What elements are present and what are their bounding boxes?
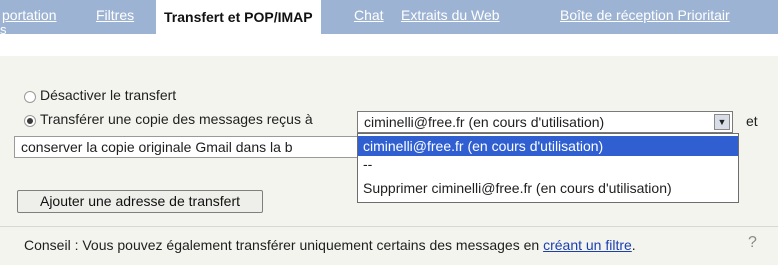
keep-copy-value: conserver la copie originale Gmail dans … bbox=[21, 139, 293, 155]
enable-forwarding-radio[interactable] bbox=[24, 115, 36, 127]
forward-address-select[interactable]: ciminelli@free.fr (en cours d'utilisatio… bbox=[357, 111, 733, 133]
forward-address-dropdown: ciminelli@free.fr (en cours d'utilisatio… bbox=[357, 133, 739, 203]
tab-transfert-pop-imap[interactable]: Transfert et POP/IMAP bbox=[156, 0, 321, 34]
help-icon[interactable]: ? bbox=[748, 234, 762, 252]
keep-copy-select[interactable]: conserver la copie originale Gmail dans … bbox=[14, 136, 359, 158]
disable-forwarding-label: Désactiver le transfert bbox=[40, 87, 177, 103]
settings-tabbar: portation Filtres Transfert et POP/IMAP … bbox=[0, 0, 778, 37]
tab-extraits-du-web[interactable]: Extraits du Web bbox=[401, 7, 500, 23]
tip-end: . bbox=[631, 237, 636, 253]
tab-importation[interactable]: portation bbox=[2, 7, 56, 23]
and-label: et bbox=[746, 113, 758, 129]
dropdown-option-separator: -- bbox=[363, 156, 373, 172]
tip-body: Conseil : Vous pouvez également transfér… bbox=[24, 237, 540, 253]
create-filter-link[interactable]: créant un filtre bbox=[543, 237, 632, 253]
section-divider bbox=[0, 226, 778, 227]
tab-chat[interactable]: Chat bbox=[354, 7, 384, 23]
disable-forwarding-radio[interactable] bbox=[24, 91, 36, 103]
tab-filtres[interactable]: Filtres bbox=[96, 7, 134, 23]
forward-address-value: ciminelli@free.fr (en cours d'utilisatio… bbox=[364, 114, 605, 130]
tabbar-spacer bbox=[0, 34, 778, 56]
add-forwarding-address-button[interactable]: Ajouter une adresse de transfert bbox=[17, 190, 263, 213]
tab-boite-prioritaire[interactable]: Boîte de réception Prioritair bbox=[560, 7, 730, 23]
forward-copy-label: Transférer une copie des messages reçus … bbox=[40, 111, 313, 127]
tip-text: Conseil : Vous pouvez également transfér… bbox=[24, 237, 636, 253]
forwarding-settings-panel: Désactiver le transfert Transférer une c… bbox=[0, 56, 778, 265]
chevron-down-icon[interactable]: ▼ bbox=[714, 114, 730, 130]
dropdown-option-delete[interactable]: Supprimer ciminelli@free.fr (en cours d'… bbox=[358, 178, 738, 198]
dropdown-option-address[interactable]: ciminelli@free.fr (en cours d'utilisatio… bbox=[358, 136, 738, 156]
